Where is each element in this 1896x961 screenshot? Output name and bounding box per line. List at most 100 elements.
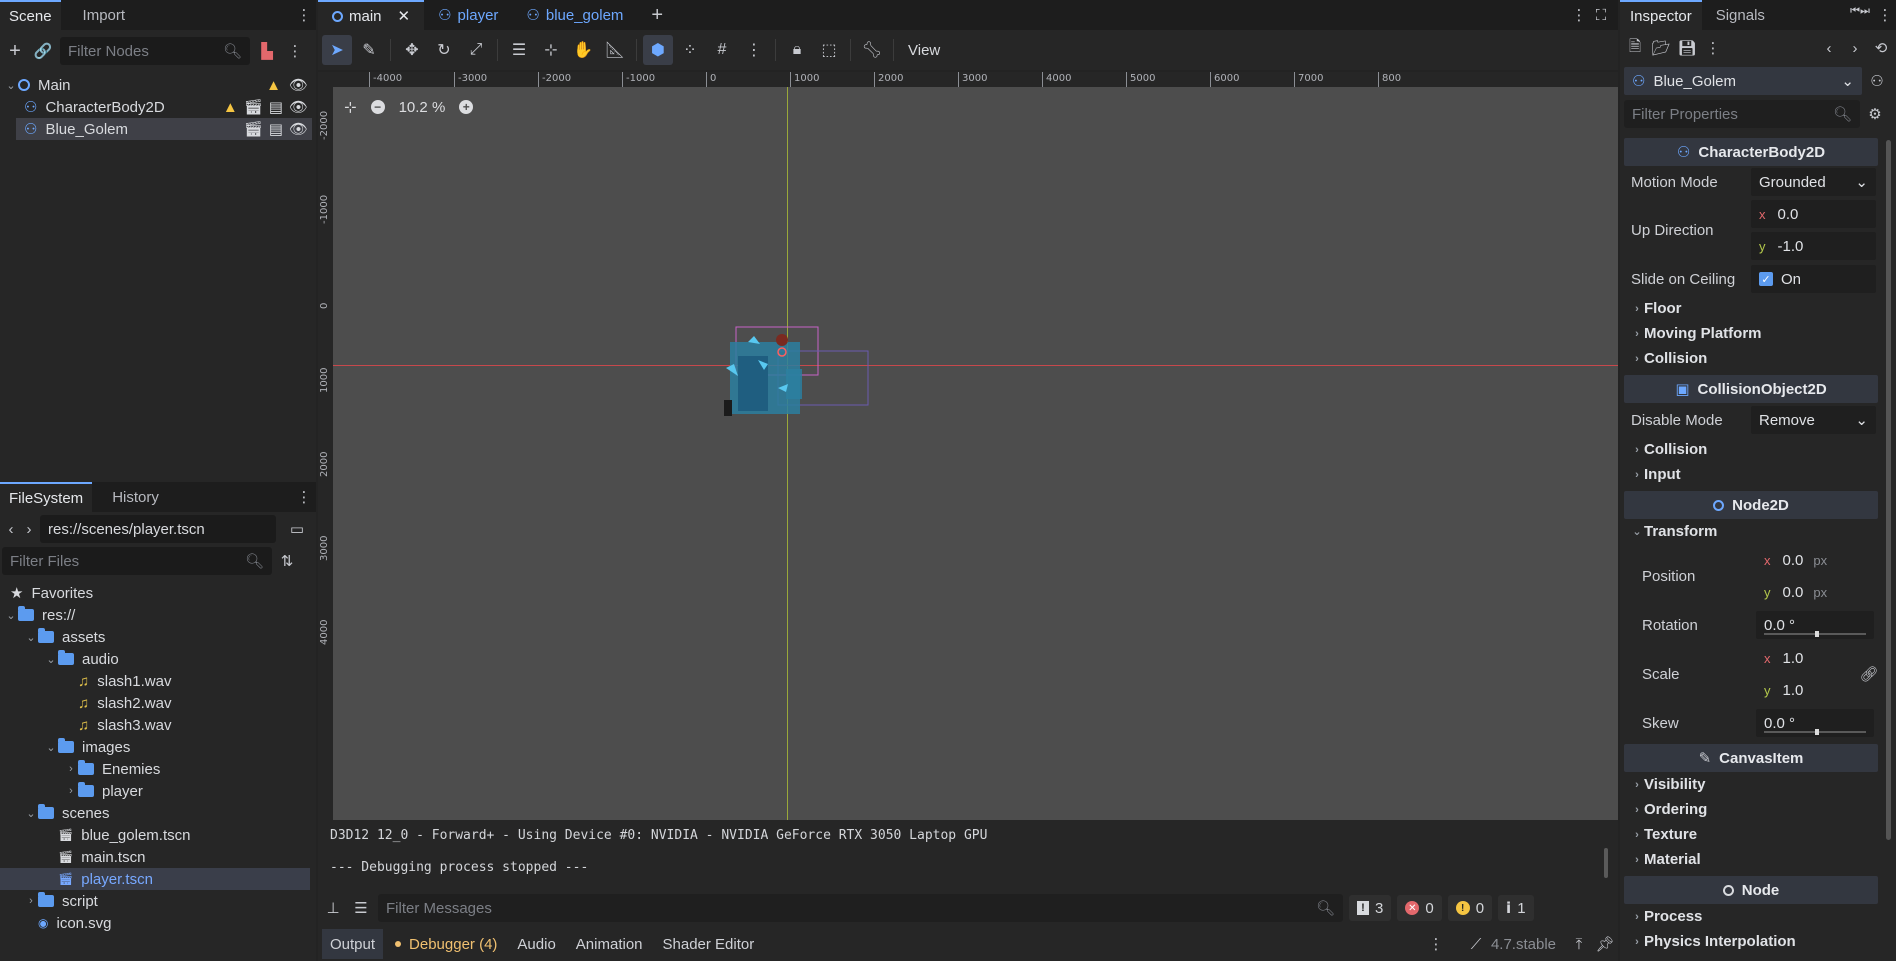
dock-menu-icon[interactable]: ⋮ bbox=[292, 482, 316, 512]
chevron-right-icon[interactable]: › bbox=[64, 785, 78, 797]
bone-icon[interactable]: 🦴︎ bbox=[857, 35, 887, 65]
snap-icon[interactable]: ⁘ bbox=[675, 35, 705, 65]
chevron-down-icon[interactable]: ⌄ bbox=[44, 653, 58, 666]
group-ordering[interactable]: › Ordering bbox=[1620, 797, 1896, 822]
tab-output[interactable]: Output bbox=[322, 929, 384, 959]
file-item[interactable]: ♫ slash3.wav bbox=[0, 714, 316, 736]
file-item[interactable]: › player bbox=[0, 780, 316, 802]
section-node2d[interactable]: Node2D bbox=[1624, 491, 1878, 519]
resource-menu-icon[interactable]: ⋮ bbox=[1702, 37, 1724, 59]
expand-panel-icon[interactable]: ⤒ bbox=[1568, 933, 1590, 955]
list-select-icon[interactable]: ☰ bbox=[504, 35, 534, 65]
script-icon[interactable]: ▙ bbox=[256, 40, 278, 62]
file-item[interactable]: ⌄ res:// bbox=[0, 604, 316, 626]
section-characterbody2d[interactable]: ⚇ CharacterBody2D bbox=[1624, 138, 1878, 166]
smart-snap-icon[interactable]: ⬢ bbox=[643, 35, 673, 65]
rotate-tool-icon[interactable]: ↻ bbox=[429, 35, 459, 65]
file-item[interactable]: ♫ slash1.wav bbox=[0, 670, 316, 692]
ruler-tool-icon[interactable]: 📐︎ bbox=[600, 35, 630, 65]
file-item[interactable]: 🎬︎ blue_golem.tscn bbox=[0, 824, 316, 846]
scale-tool-icon[interactable]: ⤢ bbox=[461, 35, 491, 65]
script-attached-icon[interactable]: ▤ bbox=[269, 98, 283, 116]
snap-menu-icon[interactable]: ⋮ bbox=[739, 35, 769, 65]
expand-arrow-icon[interactable]: ⌄ bbox=[4, 79, 18, 92]
split-view-icon[interactable]: ▭ bbox=[286, 518, 308, 540]
blue-golem-sprite[interactable] bbox=[708, 322, 888, 432]
output-scrollbar[interactable] bbox=[1604, 848, 1608, 878]
path-field[interactable]: res://scenes/player.tscn bbox=[40, 515, 276, 543]
open-folder-icon[interactable]: 📂︎ bbox=[1650, 37, 1672, 59]
move-tool-icon[interactable]: ✥ bbox=[397, 35, 427, 65]
file-item[interactable]: ♫ slash2.wav bbox=[0, 692, 316, 714]
skew-slider[interactable]: 0.0 ° bbox=[1756, 709, 1874, 737]
node-selector[interactable]: ⚇ Blue_Golem ⌄ bbox=[1624, 67, 1862, 95]
add-node-icon[interactable]: + bbox=[4, 40, 26, 62]
errors-count-badge[interactable]: ✕ 0 bbox=[1397, 895, 1442, 921]
pan-tool-icon[interactable]: ✋ bbox=[568, 35, 598, 65]
pencil-tool-icon[interactable]: ✎ bbox=[354, 35, 384, 65]
lock-icon[interactable]: 🔒︎ bbox=[782, 35, 812, 65]
grid-snap-icon[interactable]: # bbox=[707, 35, 737, 65]
tab-history[interactable]: History bbox=[92, 482, 168, 512]
file-item[interactable]: 🎬︎ player.tscn bbox=[0, 868, 310, 890]
fullscreen-icon[interactable]: ⛶ bbox=[1590, 0, 1612, 30]
filter-files-input[interactable]: Filter Files 🔍︎ bbox=[2, 547, 272, 575]
file-item[interactable]: ⌄ audio bbox=[0, 648, 316, 670]
tab-player[interactable]: ⚇ player bbox=[424, 0, 512, 30]
sort-icon[interactable]: ⇅ bbox=[276, 550, 298, 572]
tree-node-blue-golem[interactable]: ⚇ Blue_Golem 🎬︎ ▤ 👁︎ bbox=[16, 118, 312, 140]
group-input[interactable]: › Input bbox=[1620, 462, 1896, 487]
tab-blue-golem[interactable]: ⚇ blue_golem bbox=[512, 0, 637, 30]
history-icon[interactable]: ⟲ bbox=[1870, 37, 1892, 59]
info-count-badge[interactable]: ⅰ 1 bbox=[1498, 895, 1534, 921]
pin-icon[interactable]: 📌︎ bbox=[1594, 933, 1616, 955]
filter-nodes-input[interactable]: Filter Nodes 🔍︎ bbox=[60, 37, 250, 65]
position-y[interactable]: y 0.0 px bbox=[1756, 578, 1874, 606]
disable-mode-select[interactable]: Remove ⌄ bbox=[1751, 406, 1876, 434]
chevron-down-icon[interactable]: ⌄ bbox=[4, 609, 18, 622]
filter-messages-input[interactable]: Filter Messages 🔍︎ bbox=[378, 894, 1343, 922]
add-tab-button[interactable]: + bbox=[637, 0, 677, 30]
section-canvasitem[interactable]: ✎ CanvasItem bbox=[1624, 744, 1878, 772]
history-nav-icon[interactable]: ⏮⏭ bbox=[1846, 0, 1874, 22]
file-item[interactable]: › script bbox=[0, 890, 316, 912]
clear-output-icon[interactable]: ⊥ bbox=[322, 897, 344, 919]
scene-instance-icon[interactable]: 🎬︎ bbox=[244, 98, 263, 116]
scale-y[interactable]: y 1.0 bbox=[1756, 676, 1856, 704]
inspector-scrollbar[interactable] bbox=[1886, 140, 1891, 840]
visibility-eye-icon[interactable]: 👁︎ bbox=[289, 76, 308, 94]
ruler-left[interactable]: -2000 -1000 0 1000 2000 3000 4000 bbox=[318, 72, 333, 820]
script-attached-icon[interactable]: ▤ bbox=[269, 120, 283, 138]
slider-track[interactable] bbox=[1764, 729, 1866, 735]
back-arrow-icon[interactable]: ‹ bbox=[4, 518, 18, 540]
group-physics-interpolation[interactable]: › Physics Interpolation bbox=[1620, 929, 1896, 954]
bottom-menu-icon[interactable]: ⋮ bbox=[1425, 933, 1447, 955]
slide-on-ceiling-checkbox[interactable]: ✓ On bbox=[1751, 265, 1876, 293]
visibility-eye-icon[interactable]: 👁︎ bbox=[289, 98, 308, 116]
warning-icon[interactable]: ▲ bbox=[223, 99, 238, 116]
chevron-right-icon[interactable]: › bbox=[24, 895, 38, 907]
inspector-settings-icon[interactable]: ⚙ bbox=[1864, 103, 1886, 125]
slider-track[interactable] bbox=[1764, 631, 1866, 637]
up-direction-y[interactable]: y -1.0 bbox=[1751, 232, 1876, 260]
dock-menu-icon[interactable]: ⋮ bbox=[292, 0, 316, 30]
forward-arrow-icon[interactable]: › bbox=[22, 518, 36, 540]
up-direction-x[interactable]: x 0.0 bbox=[1751, 200, 1876, 228]
close-icon[interactable]: ✕ bbox=[398, 7, 411, 25]
file-item[interactable]: ★ Favorites bbox=[0, 582, 316, 604]
group-collision-2[interactable]: › Collision bbox=[1620, 437, 1896, 462]
visibility-eye-icon[interactable]: 👁︎ bbox=[289, 120, 308, 138]
filter-properties-input[interactable]: Filter Properties 🔍︎ bbox=[1624, 100, 1860, 128]
tab-import[interactable]: Import bbox=[61, 0, 135, 30]
scene-menu-icon[interactable]: ⋮ bbox=[284, 40, 306, 62]
link-icon[interactable]: 🔗︎ bbox=[1858, 663, 1880, 685]
toggle-search-icon[interactable]: ☰ bbox=[350, 897, 372, 919]
zoom-level[interactable]: 10.2 % bbox=[399, 99, 446, 116]
tab-shader-editor[interactable]: Shader Editor bbox=[655, 929, 763, 959]
view-menu-button[interactable]: View bbox=[900, 42, 948, 59]
position-x[interactable]: x 0.0 px bbox=[1756, 546, 1874, 574]
tab-audio[interactable]: Audio bbox=[509, 929, 563, 959]
file-item[interactable]: ⌄ scenes bbox=[0, 802, 316, 824]
file-item[interactable]: ⌄ assets bbox=[0, 626, 316, 648]
rotation-slider[interactable]: 0.0 ° bbox=[1756, 611, 1874, 639]
